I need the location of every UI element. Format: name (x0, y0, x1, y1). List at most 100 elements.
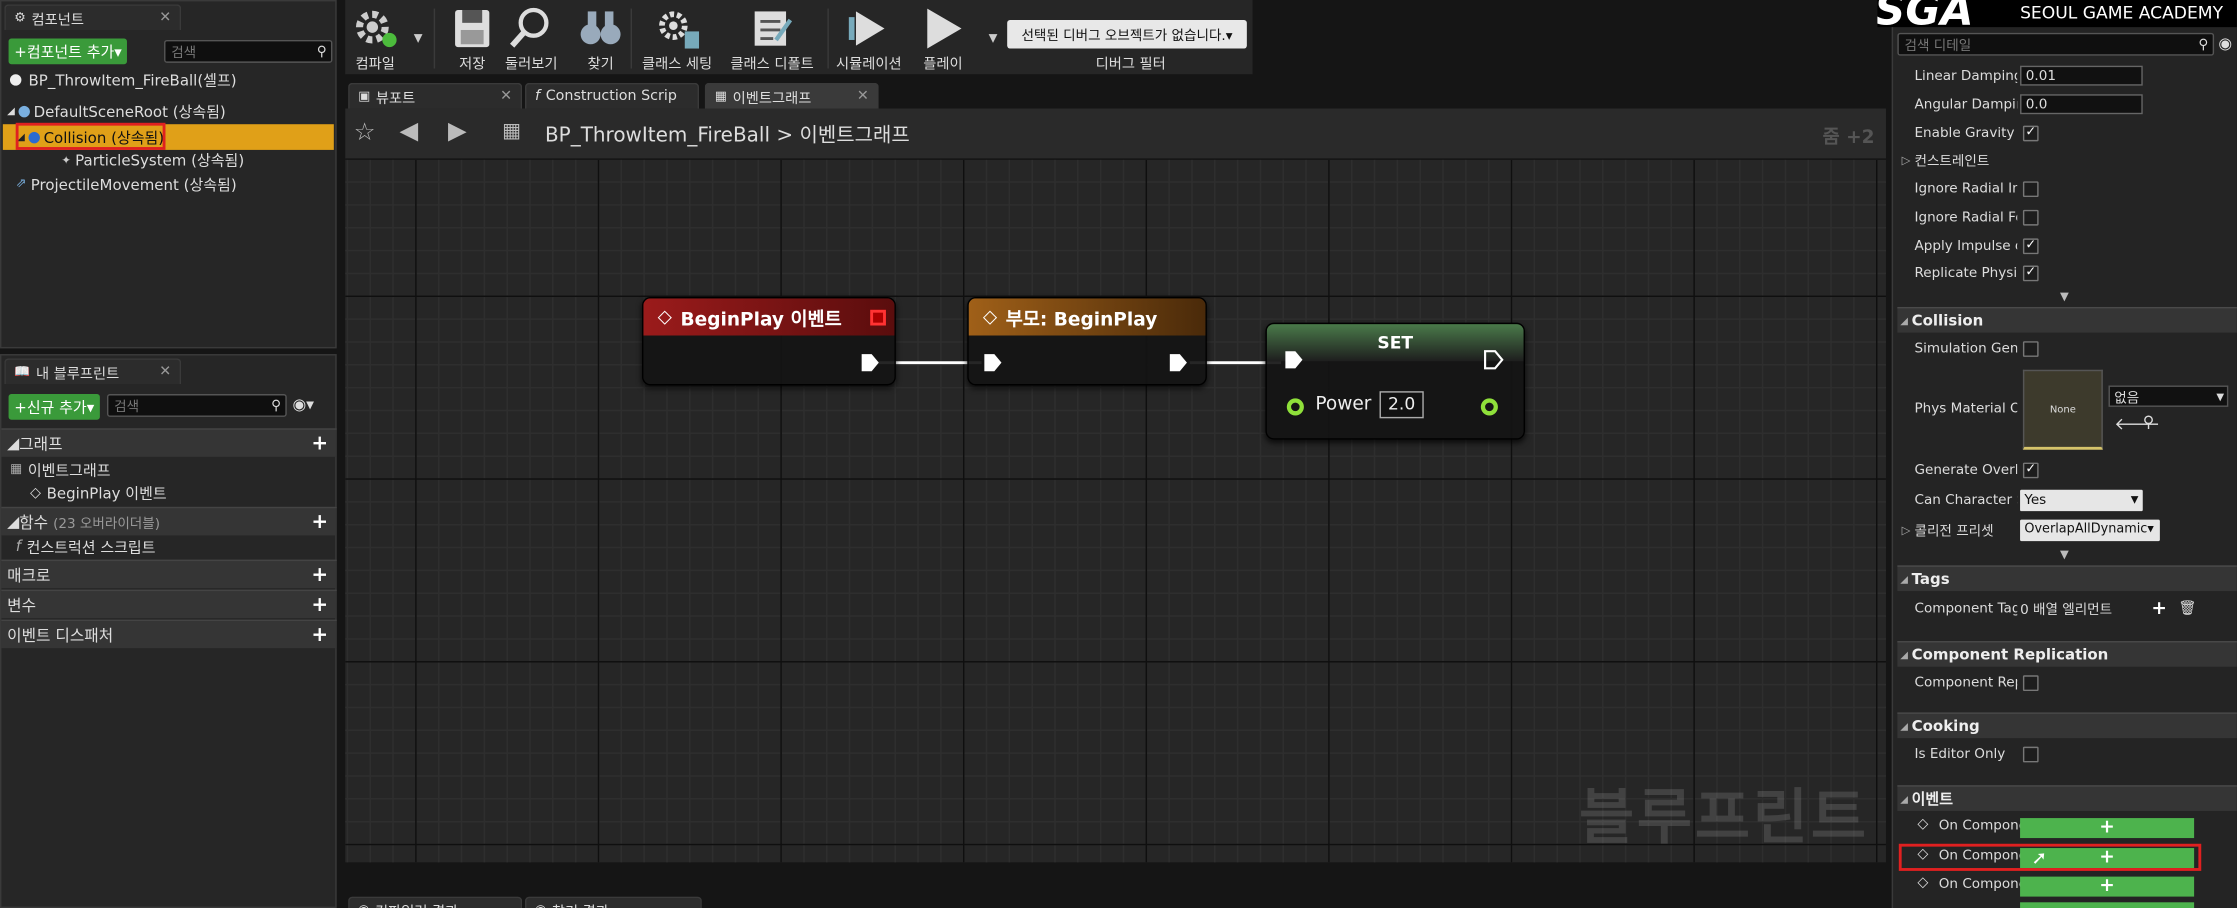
apply-impulse-checkbox[interactable]: ✓ (2022, 237, 2039, 254)
linear-damping-input[interactable]: 0.01 (2020, 65, 2143, 86)
graph-item-eventgraph[interactable]: ▦ 이벤트그래프 (1, 458, 335, 481)
tree-item-projectilemovement[interactable]: ⇗ ProjectileMovement (상속됨) (1, 173, 335, 196)
add-element-icon[interactable]: + (2151, 597, 2167, 618)
trash-icon[interactable]: 🗑 (2178, 600, 2196, 616)
compile-dropdown-icon[interactable]: ▼ (414, 31, 423, 44)
expand-more-icon[interactable]: ▼ (2060, 290, 2069, 303)
ignore-radial-impulse-checkbox[interactable] (2022, 180, 2039, 197)
close-icon[interactable]: ✕ (857, 89, 869, 105)
tab-event-graph[interactable]: ▦ 이벤트그래프 ✕ (704, 82, 879, 109)
root-self-item[interactable]: BP_ThrowItem_FireBall(셀프) (1, 69, 335, 92)
close-icon[interactable]: ✕ (159, 10, 171, 26)
close-icon[interactable]: ✕ (500, 89, 512, 105)
tree-item-defaultsceneroot[interactable]: ◢ ● DefaultSceneRoot (상속됨) (1, 100, 335, 123)
delegate-pin-icon[interactable] (870, 309, 886, 325)
forward-arrow-icon[interactable]: ▶ (448, 117, 467, 146)
phys-material-thumbnail[interactable]: None (2022, 369, 2103, 450)
add-component-button[interactable]: +컴포넌트 추가▾ (8, 38, 128, 65)
add-function-icon[interactable]: + (311, 510, 328, 533)
category-macros[interactable]: 매크로 + (1, 559, 337, 589)
is-editor-only-checkbox[interactable] (2022, 745, 2039, 762)
back-arrow-icon[interactable]: ◀ (399, 117, 418, 146)
breadcrumb-blueprint[interactable]: BP_ThrowItem_FireBall (545, 124, 770, 147)
category-variables[interactable]: 변수 + (1, 589, 337, 619)
angular-damping-input[interactable]: 0.0 (2020, 94, 2143, 115)
toolbar: 컴파일 ▼ 저장 둘러보기 찾기 클래스 세팅 클래스 디폴트 시뮬레이션 플레… (345, 0, 1253, 75)
components-search-input[interactable]: 검색 ⚲ (164, 39, 333, 63)
tab-compile-results[interactable]: ◉ 컴파일러 결과 (348, 896, 523, 908)
category-functions[interactable]: ◢ 함수 (23 오버라이더블) + (1, 506, 337, 536)
simulation-generates-checkbox[interactable] (2022, 340, 2039, 357)
browse-search-icon[interactable]: ⚲ (2143, 413, 2155, 432)
find-button[interactable]: 찾기 (576, 6, 625, 73)
section-tags[interactable]: Tags (1897, 565, 2237, 592)
add-event-button[interactable] (2020, 902, 2195, 908)
save-button[interactable]: 저장 (448, 6, 497, 73)
tab-components[interactable]: ⚙ 컴포넌트 ✕ (4, 4, 182, 30)
favorite-star-icon[interactable]: ☆ (354, 118, 376, 147)
close-icon[interactable]: ✕ (159, 364, 171, 380)
browse-button[interactable]: 둘러보기 (505, 6, 558, 73)
tree-item-particlesystem[interactable]: ✦ ParticleSystem (상속됨) (1, 148, 335, 171)
ignore-radial-force-checkbox[interactable] (2022, 209, 2039, 225)
blueprint-search-input[interactable]: 검색 ⚲ (106, 394, 287, 417)
enable-gravity-checkbox[interactable]: ✓ (2022, 124, 2039, 141)
parent-beginplay-node[interactable]: ◇ 부모: BeginPlay (967, 296, 1207, 386)
exec-out-pin-icon[interactable] (860, 353, 880, 373)
breadcrumb-graph[interactable]: 이벤트그래프 (799, 124, 909, 147)
graph-canvas[interactable]: ◇ BeginPlay 이벤트 ◇ 부모: BeginPlay SET Powe… (345, 159, 1886, 863)
exec-in-pin-icon[interactable] (983, 353, 1003, 373)
exec-in-pin-icon[interactable] (1284, 350, 1304, 370)
tab-find-results[interactable]: ◉ 찾기 결과 (524, 896, 702, 908)
play-button[interactable]: 플레이 (919, 6, 968, 73)
category-graphs[interactable]: ◢ 그래프 + (1, 428, 337, 457)
category-dispatchers[interactable]: 이벤트 디스패처 + (1, 619, 337, 649)
search-placeholder: 검색 (171, 45, 197, 62)
phys-material-dropdown[interactable]: 없음 ▼ (2108, 385, 2229, 407)
section-component-replication[interactable]: Component Replication (1897, 641, 2237, 667)
exec-out-pin-icon[interactable] (1168, 353, 1188, 373)
section-events[interactable]: 이벤트 (1897, 785, 2237, 811)
add-graph-icon[interactable]: + (311, 432, 328, 455)
set-power-node[interactable]: SET Power 2.0 (1265, 322, 1526, 440)
collision-preset-select[interactable]: OverlapAllDynamic▾ (2020, 518, 2160, 541)
expand-arrow-icon[interactable]: ▷ (1902, 523, 1911, 536)
add-macro-icon[interactable]: + (311, 563, 328, 586)
can-character-step-select[interactable]: Yes ▼ (2020, 488, 2143, 511)
compile-button[interactable]: 컴파일 (351, 6, 400, 73)
function-item-construction[interactable]: f 컨스트럭션 스크립트 (1, 535, 335, 558)
add-event-button[interactable]: + (2020, 817, 2195, 839)
play-dropdown-icon[interactable]: ▼ (989, 31, 998, 44)
float-in-pin-icon[interactable] (1286, 398, 1304, 416)
power-value-input[interactable]: 2.0 (1379, 391, 1424, 419)
section-collision[interactable]: Collision (1897, 306, 2237, 333)
graph-item-beginplay[interactable]: ◇ BeginPlay 이벤트 (1, 481, 335, 504)
float-out-pin-icon[interactable] (1480, 398, 1498, 416)
replicate-physics-checkbox[interactable]: ✓ (2022, 264, 2039, 281)
detail-label: Simulation Gener (1914, 340, 2017, 357)
tab-construction-script[interactable]: f Construction Scrip (524, 82, 700, 109)
class-settings-button[interactable]: 클래스 세팅 (642, 6, 712, 73)
add-event-button[interactable]: + (2020, 876, 2195, 897)
component-replicates-checkbox[interactable] (2022, 674, 2039, 691)
debug-object-select[interactable]: 선택된 디버그 오브젝트가 없습니다.▾ (1007, 19, 1247, 49)
beginplay-event-node[interactable]: ◇ BeginPlay 이벤트 (641, 296, 896, 386)
expand-more-icon[interactable]: ▼ (2060, 548, 2069, 561)
tree-item-collision[interactable]: ◢ ● Collision (상속됨) (2, 122, 334, 150)
exec-out-pin-icon[interactable] (1484, 350, 1504, 370)
tab-viewport[interactable]: ▣ 뷰포트 ✕ (348, 82, 523, 109)
section-cooking[interactable]: Cooking (1897, 712, 2237, 739)
eye-icon[interactable]: ◉▾ (292, 395, 314, 414)
detail-row-constraints[interactable]: ▷ 컨스트레인트 (1897, 146, 2237, 175)
tab-my-blueprint[interactable]: 📖 내 블루프린트 ✕ (4, 358, 182, 385)
add-variable-icon[interactable]: + (311, 593, 328, 616)
generate-overlap-checkbox[interactable]: ✓ (2022, 461, 2039, 478)
class-defaults-button[interactable]: 클래스 디폴트 (730, 6, 814, 73)
eye-icon[interactable]: ◉ (2218, 34, 2232, 53)
add-dispatcher-icon[interactable]: + (311, 623, 328, 646)
expand-arrow-icon: ▷ (1901, 153, 1911, 167)
new-add-button[interactable]: +신규 추가▾ (8, 394, 100, 420)
details-search-input[interactable]: 검색 디테일 ⚲ (1897, 32, 2215, 56)
simulation-button[interactable]: 시뮬레이션 (836, 6, 902, 73)
selection-highlight-box (15, 122, 166, 150)
